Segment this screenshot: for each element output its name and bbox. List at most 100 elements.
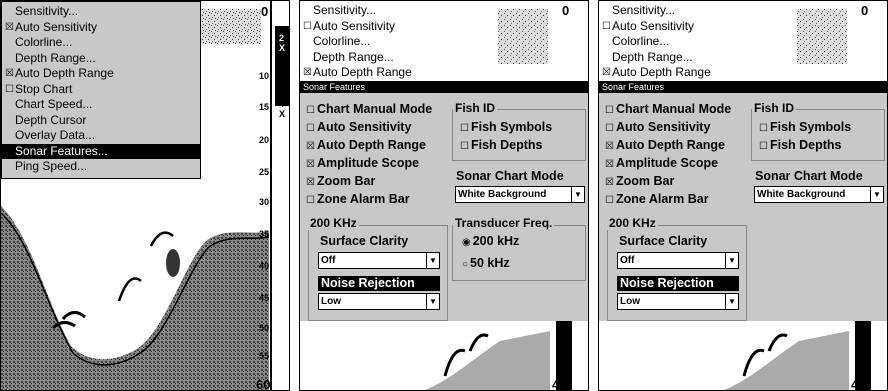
menu-item-sensitivity[interactable]: Sensitivity...	[599, 3, 799, 19]
check-amplitude-scope[interactable]: ☒ Amplitude Scope	[306, 156, 419, 170]
menu-item-auto-sensitivity[interactable]: ☒ Auto Sensitivity	[2, 20, 200, 36]
menu-item-label: Sensitivity...	[313, 3, 377, 17]
menu-item-label: Sensitivity...	[612, 3, 676, 17]
depth-label: 45	[259, 293, 270, 303]
menu-item-label: Auto Depth Range	[313, 65, 412, 79]
menu-item-colorline[interactable]: Colorline...	[2, 35, 200, 51]
depth-label: 10	[259, 71, 270, 81]
radio-200-khz[interactable]: ◉ 200 kHz	[462, 234, 519, 248]
sonar-chart-mode-select[interactable]: White Background ▼	[455, 186, 585, 203]
check-fish-symbols[interactable]: ☐ Fish Symbols	[759, 120, 851, 134]
menu-item-label: Ping Speed...	[15, 159, 88, 173]
menu-item-auto-depth-range[interactable]: ☒ Auto Depth Range	[2, 66, 200, 82]
khz-label: 200 KHz	[607, 216, 658, 230]
menu-item-depth-range[interactable]: Depth Range...	[2, 51, 200, 67]
menu-item-colorline[interactable]: Colorline...	[599, 34, 799, 50]
menu-item-sonar-features[interactable]: Sonar Features...	[2, 143, 200, 159]
checkbox: ☐	[460, 123, 469, 134]
checkbox: ☐	[605, 123, 614, 134]
noise-rejection-label: Noise Rejection	[318, 276, 440, 291]
menu-item-auto-sensitivity[interactable]: ☐ Auto Sensitivity	[300, 19, 500, 35]
checkbox: ☒	[306, 177, 315, 188]
check-fish-symbols[interactable]: ☐ Fish Symbols	[460, 120, 552, 134]
checkbox: ☒	[5, 21, 14, 33]
surface-clarity-select[interactable]: Off ▼	[617, 252, 739, 269]
chevron-down-icon: ▼	[870, 187, 883, 202]
sonar-menu: Sensitivity... ☐ Auto Sensitivity Colorli…	[599, 1, 799, 81]
menu-item-sensitivity[interactable]: Sensitivity...	[300, 3, 500, 19]
menu-item-auto-sensitivity[interactable]: ☐ Auto Sensitivity	[599, 19, 799, 35]
sonar-screen-1: 0 10 15 20 25 30 35 40 45 50 55 60 2 X 4…	[0, 0, 290, 391]
zoom-label: 4	[279, 99, 285, 109]
noise-rejection-label: Noise Rejection	[617, 276, 739, 291]
surface-clarity-select[interactable]: Off ▼	[318, 252, 440, 269]
menu-item-auto-depth-range[interactable]: ☒ Auto Depth Range	[300, 65, 500, 81]
menu-item-label: Overlay Data...	[15, 128, 96, 142]
depth-label: 0	[261, 4, 269, 19]
check-label: Auto Depth Range	[615, 138, 725, 152]
menu-item-label: Stop Chart	[15, 81, 73, 96]
check-auto-depth-range[interactable]: ☒ Auto Depth Range	[605, 138, 725, 152]
menu-item-label: Colorline...	[15, 35, 73, 49]
checkbox: ☐	[460, 141, 469, 152]
noise-rejection-select[interactable]: Low ▼	[617, 293, 739, 310]
check-auto-depth-range[interactable]: ☒ Auto Depth Range	[306, 138, 426, 152]
menu-item-depth-range[interactable]: Depth Range...	[599, 50, 799, 66]
check-auto-sensitivity[interactable]: ☐ Auto Sensitivity	[306, 120, 411, 134]
zoom-label: X	[279, 109, 286, 119]
check-amplitude-scope[interactable]: ☒ Amplitude Scope	[605, 156, 718, 170]
checkbox: ☐	[759, 123, 768, 134]
menu-item-auto-depth-range[interactable]: ☒ Auto Depth Range	[599, 65, 799, 81]
menu-item-depth-cursor[interactable]: Depth Cursor	[2, 113, 200, 129]
fish-id-label: Fish ID	[752, 101, 797, 115]
noise-rejection-select[interactable]: Low ▼	[318, 293, 440, 310]
check-auto-sensitivity[interactable]: ☐ Auto Sensitivity	[605, 120, 710, 134]
check-chart-manual-mode[interactable]: ☐ Chart Manual Mode	[306, 102, 432, 116]
menu-item-sensitivity[interactable]: Sensitivity...	[2, 4, 200, 20]
depth-label: 40	[851, 377, 866, 391]
check-chart-manual-mode[interactable]: ☐ Chart Manual Mode	[605, 102, 731, 116]
zoom-label: X	[279, 43, 286, 53]
check-zoom-bar[interactable]: ☒ Zoom Bar	[306, 174, 375, 188]
fish-id-group	[751, 109, 885, 161]
zoom-label: 2	[279, 33, 285, 43]
menu-item-depth-range[interactable]: Depth Range...	[300, 50, 500, 66]
sonar-chart-mode-select[interactable]: White Background ▼	[754, 186, 884, 203]
menu-item-overlay-data[interactable]: Overlay Data...	[2, 128, 200, 144]
menu-item-label: Depth Range...	[15, 50, 96, 65]
check-label: Auto Sensitivity	[615, 120, 711, 134]
transducer-label: Transducer Freq.	[453, 216, 555, 230]
menu-item-chart-speed[interactable]: Chart Speed...	[2, 97, 200, 113]
checkbox: ☒	[605, 177, 614, 188]
check-label: Chart Manual Mode	[316, 102, 433, 116]
menu-item-label: Sensitivity...	[15, 4, 79, 18]
sonar-screen-2: 0 40 Sensitivity... ☐ Auto Sensitivity Co…	[299, 0, 589, 391]
menu-item-stop-chart[interactable]: ☐ Stop Chart	[2, 82, 200, 98]
radio: ○	[462, 259, 469, 270]
select-value: Off	[620, 255, 635, 266]
radio-label: 200 kHz	[472, 234, 520, 248]
select-value: Low	[321, 296, 341, 307]
checkbox: ☐	[306, 195, 315, 206]
sonar-screen-3: 0 40 Sensitivity... ☐ Auto Sensitivity Co…	[598, 0, 888, 391]
check-zone-alarm-bar[interactable]: ☐ Zone Alarm Bar	[605, 192, 709, 206]
select-value: White Background	[458, 189, 547, 200]
check-fish-depths[interactable]: ☐ Fish Depths	[460, 138, 543, 152]
surface-clarity-label: Surface Clarity	[619, 234, 708, 248]
check-label: Fish Symbols	[769, 120, 852, 134]
check-zoom-bar[interactable]: ☒ Zoom Bar	[605, 174, 674, 188]
check-zone-alarm-bar[interactable]: ☐ Zone Alarm Bar	[306, 192, 410, 206]
menu-item-label: Depth Range...	[612, 49, 693, 64]
check-label: Fish Depths	[470, 138, 543, 152]
checkbox: ☐	[5, 83, 14, 95]
menu-item-colorline[interactable]: Colorline...	[300, 34, 500, 50]
check-fish-depths[interactable]: ☐ Fish Depths	[759, 138, 842, 152]
menu-item-label: Colorline...	[612, 34, 670, 48]
radio-50-khz[interactable]: ○ 50 kHz	[462, 256, 510, 270]
depth-label: 60	[256, 377, 271, 391]
checkbox: ☐	[605, 105, 614, 116]
menu-item-label: Colorline...	[313, 34, 371, 48]
sonar-chart-mode-label: Sonar Chart Mode	[456, 169, 564, 183]
depth-label: 20	[259, 135, 270, 145]
menu-item-ping-speed[interactable]: Ping Speed...	[2, 159, 200, 175]
